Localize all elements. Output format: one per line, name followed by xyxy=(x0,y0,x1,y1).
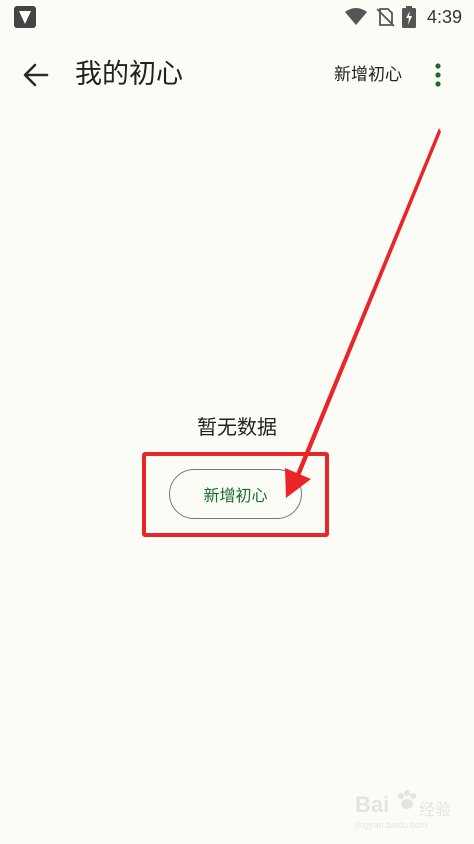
empty-state-text: 暂无数据 xyxy=(197,415,277,439)
arrow-left-icon xyxy=(23,63,49,87)
more-vert-icon xyxy=(435,63,441,87)
watermark-text: 经验 xyxy=(419,800,452,819)
status-time: 4:39 xyxy=(426,6,462,27)
watermark: Bai 经验 jingyan.baidu.com xyxy=(355,786,467,836)
watermark-logo: Bai xyxy=(355,792,390,817)
battery-charging-icon xyxy=(401,6,416,28)
watermark-url: jingyan.baidu.com xyxy=(355,820,428,830)
more-options-button[interactable] xyxy=(428,59,448,91)
app-bar: 我的初心 新增初心 xyxy=(0,44,474,106)
add-action-button[interactable]: 新增初心 xyxy=(334,61,402,89)
page-title: 我的初心 xyxy=(75,59,183,90)
back-button[interactable] xyxy=(18,57,54,93)
app-notification-icon xyxy=(14,6,36,28)
status-icons: 4:39 xyxy=(344,5,462,29)
paw-icon xyxy=(398,790,416,809)
annotation-highlight-box xyxy=(142,452,329,537)
status-bar: 4:39 xyxy=(0,0,474,34)
no-sim-icon xyxy=(376,8,395,27)
wifi-icon xyxy=(344,8,367,25)
